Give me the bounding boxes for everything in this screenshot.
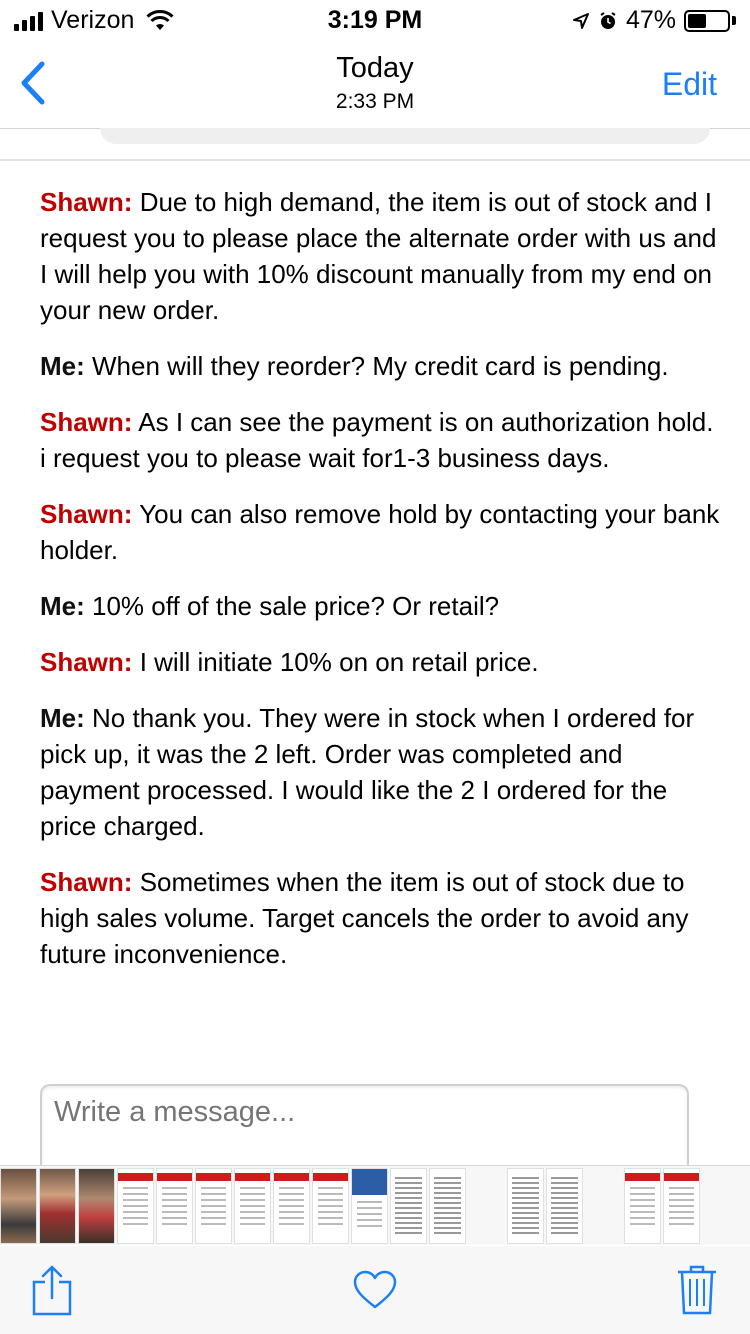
- message-input[interactable]: [54, 1096, 674, 1129]
- battery-cap: [732, 16, 736, 25]
- message-speaker: Shawn:: [40, 647, 133, 677]
- message-speaker: Shawn:: [40, 499, 133, 529]
- compose-box[interactable]: [40, 1084, 689, 1174]
- chat-message: Shawn: I will initiate 10% on on retail …: [40, 644, 720, 680]
- photo-thumbnail: [468, 1168, 505, 1244]
- photo-thumbnail[interactable]: [351, 1168, 388, 1244]
- nav-subtitle: 2:33 PM: [335, 90, 415, 113]
- share-icon: [32, 1265, 72, 1316]
- photo-thumbnail[interactable]: [156, 1168, 193, 1244]
- battery-fill: [688, 13, 706, 28]
- message-speaker: Shawn:: [40, 187, 133, 217]
- delete-button[interactable]: [676, 1264, 718, 1321]
- chat-message: Me: 10% off of the sale price? Or retail…: [40, 588, 720, 624]
- chat-message: Shawn: As I can see the payment is on au…: [40, 404, 720, 476]
- photo-thumbnail[interactable]: [39, 1168, 76, 1244]
- nav-title: Today: [336, 52, 414, 84]
- photo-thumbnail[interactable]: [663, 1168, 700, 1244]
- message-text: You can also remove hold by contacting y…: [40, 499, 720, 565]
- message-text: 10% off of the sale price? Or retail?: [92, 591, 500, 621]
- edit-button[interactable]: Edit: [662, 66, 717, 103]
- battery-icon: [684, 9, 730, 32]
- chat-transcript: Shawn: Due to high demand, the item is o…: [40, 184, 720, 992]
- photo-thumbnail[interactable]: [390, 1168, 427, 1244]
- message-speaker: Shawn:: [40, 867, 133, 897]
- photo-thumbnail[interactable]: [273, 1168, 310, 1244]
- chat-message: Me: When will they reorder? My credit ca…: [40, 348, 720, 384]
- message-speaker: Me:: [40, 351, 85, 381]
- message-text: Sometimes when the item is out of stock …: [40, 867, 689, 969]
- chat-message: Shawn: You can also remove hold by conta…: [40, 496, 720, 568]
- status-right: 47%: [572, 6, 736, 35]
- chat-message: Shawn: Due to high demand, the item is o…: [40, 184, 720, 328]
- message-text: Due to high demand, the item is out of s…: [40, 187, 717, 325]
- photo-thumbnail[interactable]: [117, 1168, 154, 1244]
- photo-thumbnail[interactable]: [429, 1168, 466, 1244]
- message-text: No thank you. They were in stock when I …: [40, 703, 695, 841]
- previous-bubble: [100, 128, 710, 144]
- favorite-button[interactable]: [352, 1270, 398, 1315]
- photo-thumbnail[interactable]: [78, 1168, 115, 1244]
- photo-thumbnail[interactable]: [546, 1168, 583, 1244]
- photo-thumbnail: [585, 1168, 622, 1244]
- battery-percent: 47%: [625, 6, 676, 34]
- share-button[interactable]: [30, 1264, 74, 1321]
- message-speaker: Me:: [40, 703, 85, 733]
- chat-message: Shawn: Sometimes when the item is out of…: [40, 864, 720, 972]
- chat-message: Me: No thank you. They were in stock whe…: [40, 700, 720, 844]
- trash-icon: [678, 1265, 716, 1315]
- photo-thumbnail[interactable]: [0, 1168, 37, 1244]
- photo-thumbnail[interactable]: [195, 1168, 232, 1244]
- photo-thumbnail[interactable]: [624, 1168, 661, 1244]
- photo-thumbnail[interactable]: [234, 1168, 271, 1244]
- bottom-toolbar: [0, 1246, 750, 1334]
- location-arrow-icon: [572, 12, 589, 29]
- photo-thumbnail-strip[interactable]: [0, 1165, 750, 1245]
- nav-bar: Today 2:33 PM Edit: [0, 40, 750, 128]
- heart-icon: [353, 1270, 397, 1309]
- status-bar: Verizon 3:19 PM 47%: [0, 0, 750, 40]
- message-text: I will initiate 10% on on retail price.: [139, 647, 539, 677]
- photo-thumbnail[interactable]: [312, 1168, 349, 1244]
- message-speaker: Me:: [40, 591, 85, 621]
- message-text: When will they reorder? My credit card i…: [92, 351, 669, 381]
- photo-thumbnail[interactable]: [507, 1168, 544, 1244]
- alarm-icon: [600, 11, 616, 29]
- message-speaker: Shawn:: [40, 407, 133, 437]
- content-divider: [0, 159, 750, 161]
- message-text: As I can see the payment is on authoriza…: [40, 407, 714, 473]
